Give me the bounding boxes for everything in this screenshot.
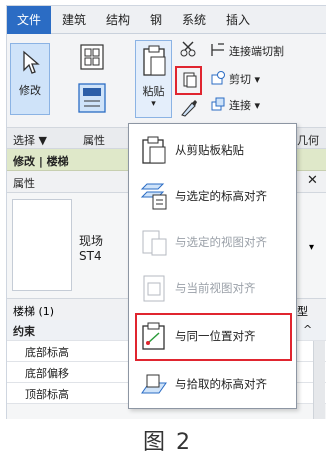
collapse-icon[interactable]: ^ (303, 323, 312, 336)
cope-icon (211, 43, 224, 56)
prop-row-label: 底部标高 (25, 346, 69, 359)
tab-file[interactable]: 文件 (7, 6, 51, 34)
menu-item-paste-from-clipboard[interactable]: 从剪贴板粘贴 (133, 128, 294, 172)
join-text: 连接 (229, 99, 251, 112)
match-properties-icon[interactable] (179, 98, 199, 118)
properties-icon[interactable] (77, 82, 107, 114)
type-name-line1: 现场 (79, 234, 104, 248)
type-preview-image (12, 199, 72, 291)
menu-item-label: 与当前视图对齐 (175, 281, 256, 295)
type-properties-icon[interactable] (77, 42, 107, 72)
tab-systems[interactable]: 系统 (173, 6, 215, 34)
cut-geometry-label[interactable]: 剪切 ▾ (229, 71, 260, 87)
select-panel-label[interactable]: 选择 ▼ (13, 132, 47, 148)
same-place-highlight-box (135, 313, 292, 361)
ribbon-panel: 修改 粘贴 ▾ 连接端切割 剪切 ▾ 连接 ▾ (7, 34, 326, 127)
tab-steel[interactable]: 钢 (141, 6, 171, 34)
context-label: 修改 | 楼梯 (13, 155, 69, 168)
clipboard-icon (142, 136, 166, 164)
menu-item-align-current-view[interactable]: 与当前视图对齐 (133, 266, 294, 310)
properties-panel-label: 属性 (83, 134, 105, 147)
chevron-down-icon: ▾ (151, 99, 156, 109)
tab-structure[interactable]: 结构 (97, 6, 139, 34)
paste-button[interactable]: 粘贴 ▾ (135, 40, 172, 118)
menu-item-label: 从剪贴板粘贴 (175, 143, 244, 157)
type-name-line2: ST4 (79, 249, 102, 263)
clipboard-icon (143, 45, 166, 76)
align-current-view-icon (143, 275, 165, 302)
copy-highlight-box (175, 66, 202, 95)
tab-architecture[interactable]: 建筑 (53, 6, 95, 34)
menu-item-align-selected-levels[interactable]: 与选定的标高对齐 (133, 174, 294, 218)
align-levels-icon (140, 183, 167, 210)
properties-title: 属性 (13, 177, 35, 190)
revit-window: 文件 建筑 结构 钢 系统 插入 修改 粘贴 ▾ 连接端切割 剪切 ▾ 连接 ▾… (6, 5, 326, 419)
join-geometry-icon (211, 97, 225, 111)
menu-item-label: 与选定的视图对齐 (175, 235, 267, 249)
cut-geometry-icon (211, 71, 225, 85)
align-picked-level-icon (141, 374, 167, 394)
paste-label: 粘贴 (142, 85, 165, 98)
cut-scissors-icon[interactable] (179, 40, 197, 58)
prop-row-label: 顶部标高 (25, 388, 69, 401)
tab-insert[interactable]: 插入 (217, 6, 259, 34)
prop-group-label: 约束 (13, 325, 35, 338)
prop-row-label: 底部偏移 (25, 367, 69, 380)
align-views-icon (142, 230, 167, 256)
close-icon[interactable]: ✕ (307, 173, 318, 188)
menu-item-label: 与选定的标高对齐 (175, 189, 267, 203)
figure-caption: 图 2 (143, 430, 192, 455)
edit-type-label[interactable]: 型 (297, 303, 308, 319)
menu-item-align-picked-level[interactable]: 与拾取的标高对齐 (133, 362, 294, 406)
cursor-arrow-icon (23, 50, 40, 74)
menu-item-align-selected-views[interactable]: 与选定的视图对齐 (133, 220, 294, 264)
type-selector-chevron-icon[interactable]: ▾ (309, 242, 314, 253)
cope-label[interactable]: 连接端切割 (229, 43, 284, 59)
instance-count: 楼梯 (1) (13, 305, 55, 318)
modify-label: 修改 (19, 84, 41, 97)
menu-item-label: 与拾取的标高对齐 (175, 377, 267, 391)
ribbon-tab-bar: 文件 建筑 结构 钢 系统 插入 (7, 6, 326, 34)
cut-text: 剪切 (229, 73, 251, 86)
join-geometry-label[interactable]: 连接 ▾ (229, 97, 260, 113)
paste-dropdown-menu: 从剪贴板粘贴 与选定的标高对齐 与选定的视图对齐 与当前视图对齐 与同一位置对齐… (128, 123, 297, 409)
properties-scrollbar[interactable] (313, 341, 325, 419)
modify-button[interactable]: 修改 (10, 43, 50, 115)
